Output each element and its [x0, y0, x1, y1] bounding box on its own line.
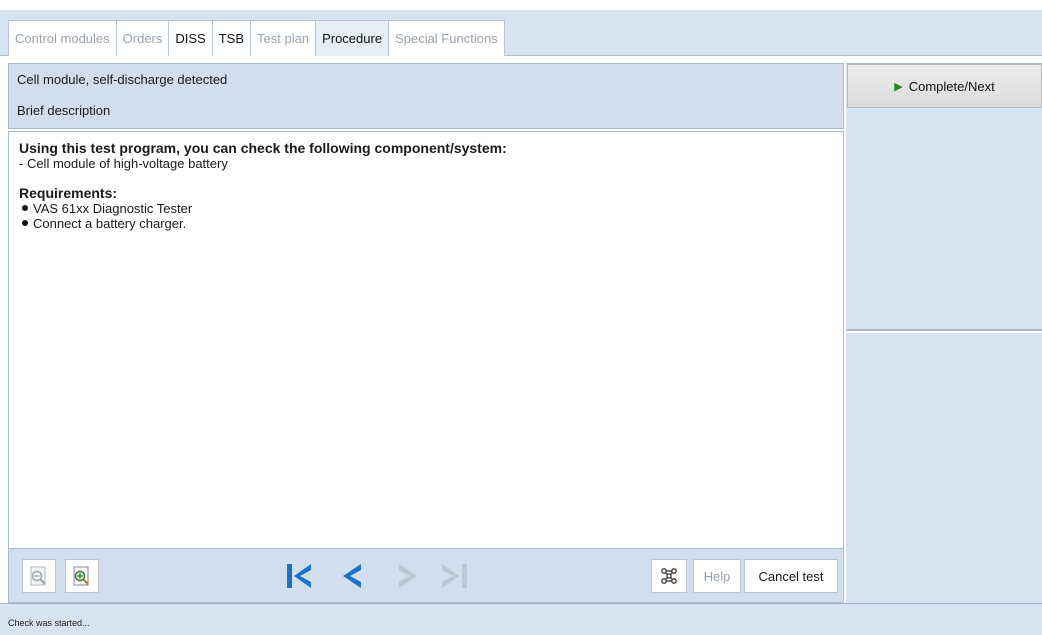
procedure-content: Using this test program, you can check t…: [8, 131, 844, 549]
previous-step-button[interactable]: [333, 559, 373, 593]
requirement-item: Connect a battery charger.: [19, 216, 833, 231]
play-icon: ▶: [894, 80, 903, 93]
tab-diss[interactable]: DISS: [168, 20, 213, 56]
tab-bar: Control modules Orders DISS TSB Test pla…: [0, 10, 1042, 56]
procedure-header: Cell module, self-discharge detected Bri…: [8, 63, 844, 129]
zoom-in-icon: [73, 566, 89, 586]
procedure-title: Cell module, self-discharge detected: [17, 72, 228, 87]
requirements-heading: Requirements:: [19, 185, 118, 201]
complete-next-button[interactable]: ▶ Complete/Next: [847, 64, 1042, 108]
network-button[interactable]: [651, 559, 687, 593]
zoom-out-button[interactable]: [22, 559, 56, 593]
complete-next-label: Complete/Next: [908, 78, 995, 94]
content-line: - Cell module of high-voltage battery: [19, 156, 228, 171]
zoom-in-button[interactable]: [65, 559, 99, 593]
bottom-toolbar: Help Cancel test: [8, 549, 844, 603]
status-text: Check was started...: [8, 618, 90, 628]
next-icon: [399, 564, 417, 588]
help-button[interactable]: Help: [693, 559, 741, 593]
side-panel-bottom: [846, 333, 1042, 603]
first-icon: [287, 564, 311, 588]
tab-orders[interactable]: Orders: [115, 20, 170, 56]
side-panel-top: ▶ Complete/Next: [846, 63, 1042, 331]
first-step-button[interactable]: [279, 559, 319, 593]
next-step-button[interactable]: [387, 559, 427, 593]
tab-test-plan[interactable]: Test plan: [250, 20, 317, 56]
requirements-list: VAS 61xx Diagnostic Tester Connect a bat…: [19, 201, 833, 231]
cancel-test-button[interactable]: Cancel test: [744, 559, 838, 593]
tabs: Control modules Orders DISS TSB Test pla…: [8, 20, 505, 56]
tab-procedure[interactable]: Procedure: [315, 20, 390, 56]
previous-icon: [343, 564, 361, 588]
content-heading: Using this test program, you can check t…: [19, 140, 507, 156]
tab-special-functions[interactable]: Special Functions: [388, 20, 505, 56]
status-bar: Check was started...: [0, 603, 1042, 635]
requirement-item: VAS 61xx Diagnostic Tester: [19, 201, 833, 216]
tab-tsb[interactable]: TSB: [211, 20, 252, 56]
network-icon: [661, 568, 677, 584]
last-icon: [442, 564, 467, 588]
zoom-out-icon: [30, 566, 46, 586]
tab-control-modules[interactable]: Control modules: [8, 20, 117, 56]
top-strip: [0, 0, 1042, 10]
procedure-subtitle: Brief description: [17, 103, 111, 118]
last-step-button[interactable]: [433, 559, 477, 593]
